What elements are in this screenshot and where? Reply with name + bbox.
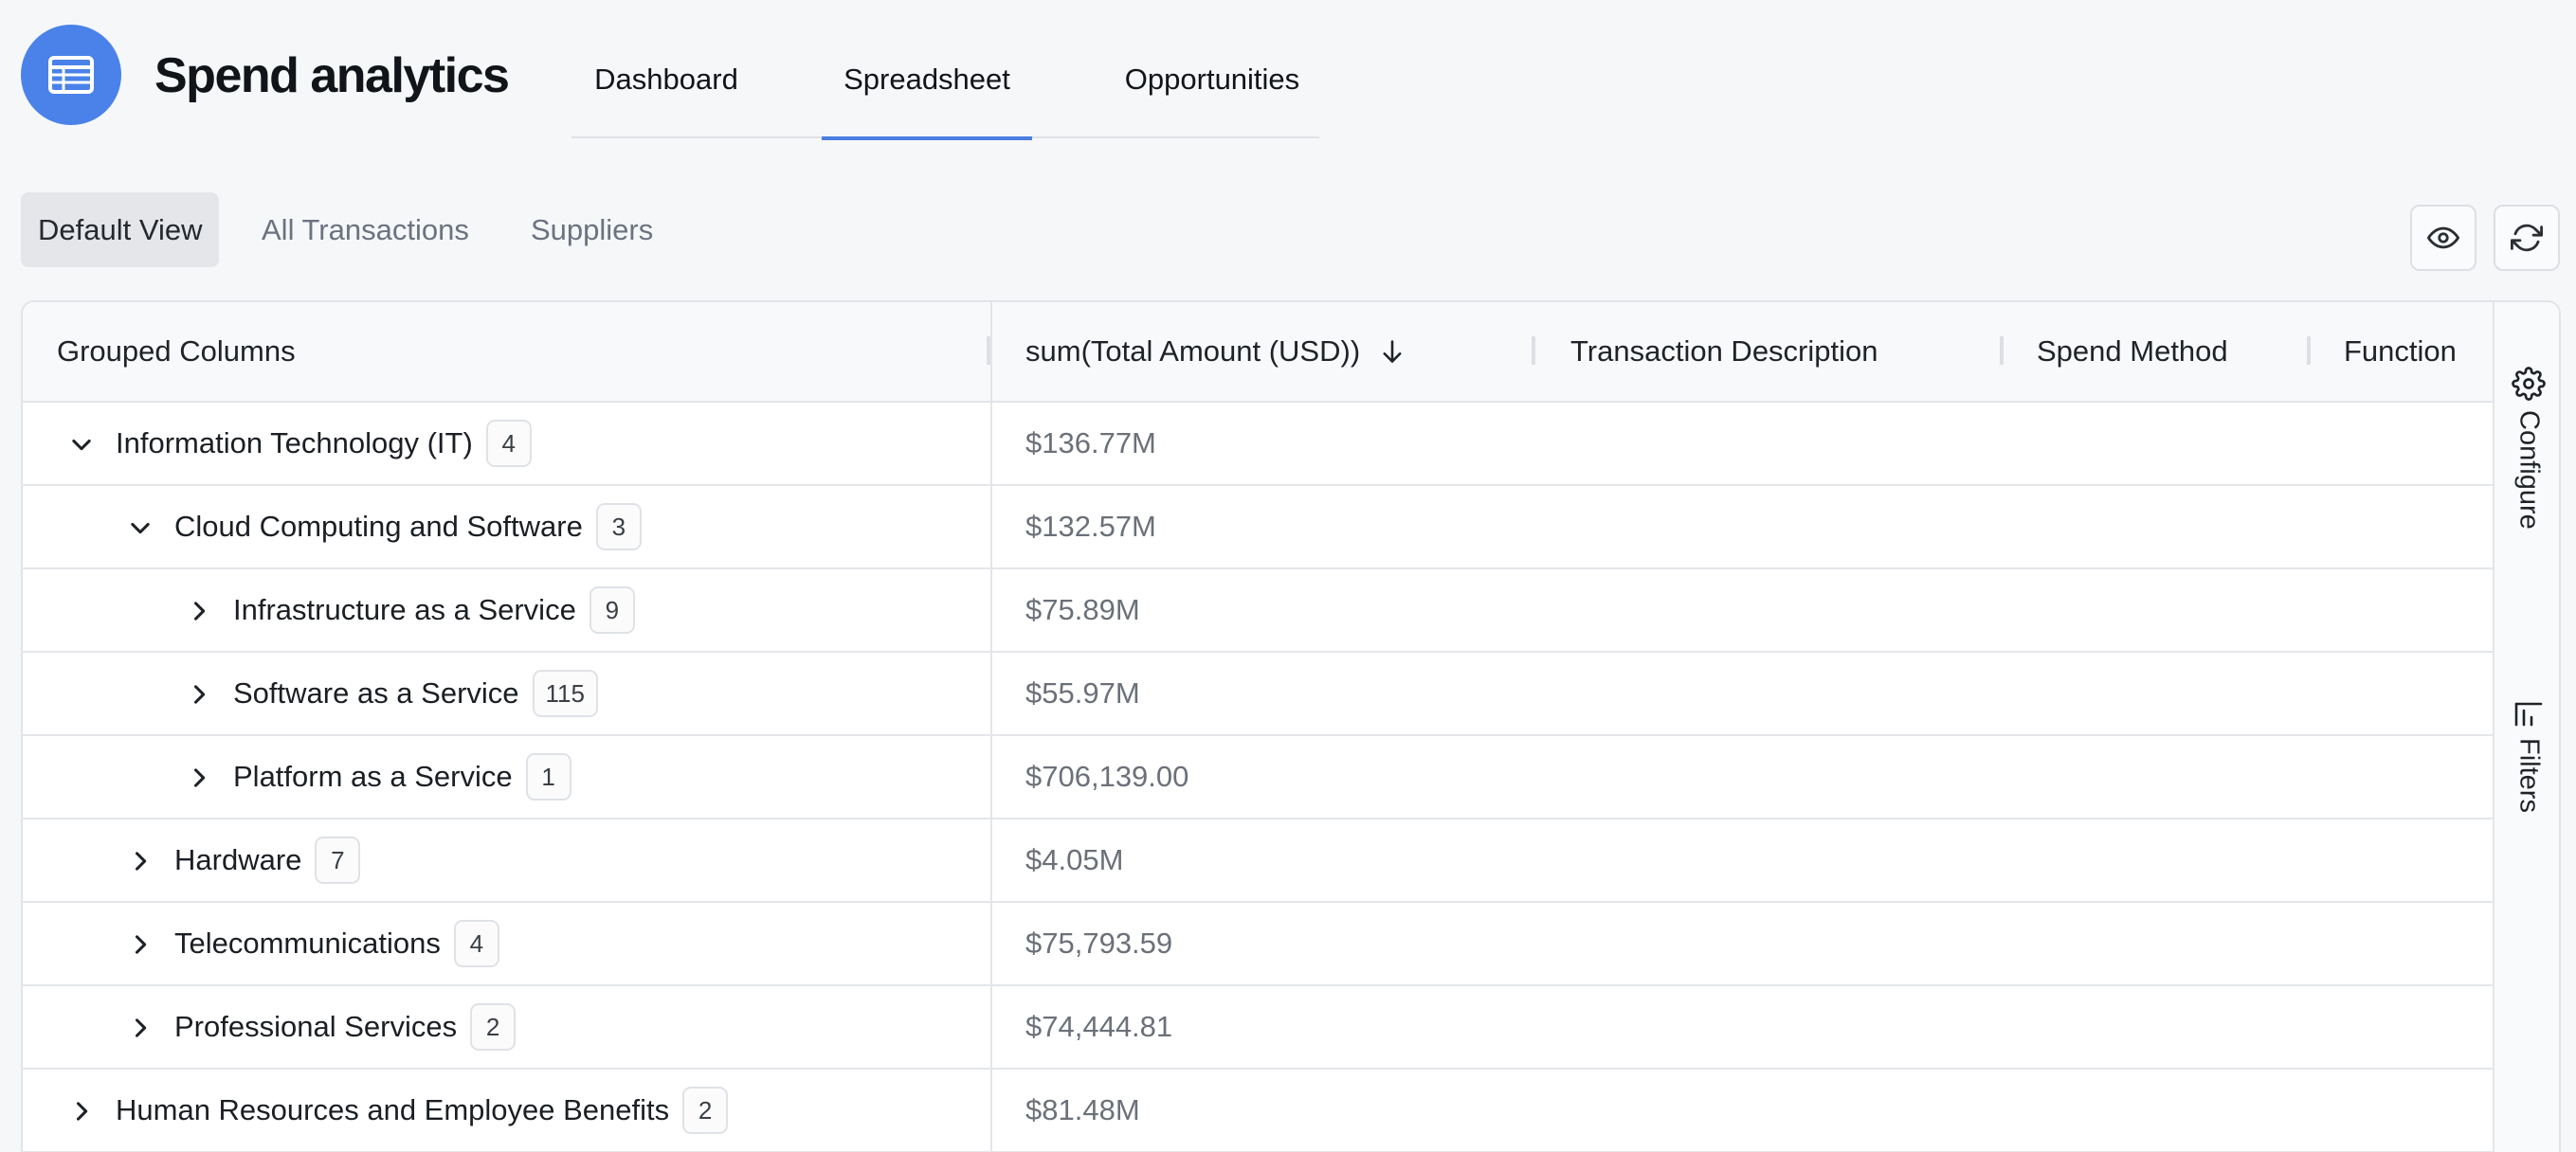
group-count-badge: 9 (589, 586, 635, 634)
gear-icon (2512, 367, 2546, 401)
group-count-badge: 2 (470, 1003, 517, 1051)
amount-cell: $706,139.00 (1025, 760, 1189, 793)
group-name-cell: Software as a Service 115 (233, 653, 598, 734)
amount-cell: $74,444.81 (1025, 1010, 1173, 1043)
chevron-right-icon (135, 852, 147, 871)
collapse-toggle[interactable] (119, 507, 161, 549)
group-label: Platform as a Service (233, 760, 513, 793)
amount-cell: $81.48M (1025, 1093, 1140, 1126)
refresh-button[interactable] (2494, 205, 2560, 271)
group-label: Telecommunications (174, 927, 441, 960)
table-row[interactable]: Software as a Service 115 $55.97M (23, 653, 2493, 736)
filter-icon (2514, 702, 2543, 727)
table-row[interactable]: Professional Services 2 $74,444.81 (23, 986, 2493, 1070)
group-count-badge: 4 (453, 920, 499, 967)
refresh-icon (2511, 224, 2543, 252)
expand-toggle[interactable] (119, 840, 161, 882)
expand-toggle[interactable] (119, 924, 161, 965)
view-tab-all-transactions[interactable]: All Transactions (245, 192, 486, 267)
filters-label: Filters (2513, 738, 2545, 813)
collapse-toggle[interactable] (61, 423, 102, 465)
side-panel: Configure Filters (2493, 302, 2559, 1152)
group-label: Cloud Computing and Software (174, 510, 583, 543)
expand-toggle[interactable] (61, 1090, 102, 1132)
column-header-grouped[interactable]: Grouped Columns (57, 302, 296, 401)
chevron-right-icon (193, 685, 206, 704)
group-count-badge: 1 (525, 753, 571, 801)
configure-label: Configure (2513, 410, 2545, 530)
group-name-cell: Hardware 7 (174, 819, 361, 901)
group-count-badge: 115 (532, 670, 598, 717)
chevron-down-icon (131, 522, 150, 534)
table-row[interactable]: Telecommunications 4 $75,793.59 (23, 903, 2493, 986)
view-tab-suppliers[interactable]: Suppliers (514, 192, 670, 267)
group-name-cell: Cloud Computing and Software 3 (174, 486, 642, 567)
chevron-right-icon (135, 1018, 147, 1037)
group-name-cell: Information Technology (IT) 4 (116, 403, 532, 484)
group-name-cell: Human Resources and Employee Benefits 2 (116, 1070, 729, 1151)
chevron-right-icon (193, 602, 206, 621)
table-row[interactable]: Platform as a Service 1 $706,139.00 (23, 736, 2493, 819)
table-row[interactable]: Infrastructure as a Service 9 $75.89M (23, 569, 2493, 653)
tab-dashboard[interactable]: Dashboard (588, 38, 745, 138)
eye-icon (2427, 226, 2459, 249)
group-count-badge: 3 (595, 503, 642, 550)
amount-cell: $55.97M (1025, 676, 1140, 710)
grid-header: Grouped Columns sum(Total Amount (USD)) … (23, 302, 2493, 403)
chevron-right-icon (76, 1102, 88, 1121)
expand-toggle[interactable] (178, 674, 220, 715)
amount-cell: $75.89M (1025, 593, 1140, 626)
configure-button[interactable]: Configure (2494, 367, 2559, 530)
expand-toggle[interactable] (178, 590, 220, 632)
table-row[interactable]: Human Resources and Employee Benefits 2 $8… (23, 1070, 2493, 1152)
amount-cell: $136.77M (1025, 426, 1156, 459)
amount-cell: $75,793.59 (1025, 927, 1173, 960)
table-row[interactable]: Information Technology (IT) 4 $136.77M (23, 403, 2493, 486)
column-header-function[interactable]: Function (2344, 302, 2457, 401)
group-label: Information Technology (IT) (116, 426, 473, 459)
group-count-badge: 2 (682, 1087, 729, 1134)
amount-cell: $4.05M (1025, 843, 1124, 876)
column-header-amount-label: sum(Total Amount (USD)) (1025, 334, 1361, 368)
sort-descending-icon (1383, 340, 1402, 363)
toggle-visibility-button[interactable] (2410, 205, 2476, 271)
column-resizer[interactable] (2307, 336, 2311, 365)
group-count-badge: 4 (485, 420, 532, 467)
group-label: Software as a Service (233, 676, 519, 710)
app-logo (21, 25, 121, 125)
column-header-spend-method[interactable]: Spend Method (2037, 302, 2228, 401)
column-resizer[interactable] (2000, 336, 2004, 365)
column-header-description[interactable]: Transaction Description (1570, 302, 1878, 401)
expand-toggle[interactable] (178, 757, 220, 799)
main-nav: Dashboard Spreadsheet Opportunities (571, 38, 1319, 140)
chevron-right-icon (193, 768, 206, 787)
expand-toggle[interactable] (119, 1007, 161, 1049)
group-label: Human Resources and Employee Benefits (116, 1093, 670, 1126)
column-header-amount[interactable]: sum(Total Amount (USD)) (1025, 302, 1406, 401)
column-resizer[interactable] (1532, 336, 1535, 365)
amount-cell: $132.57M (1025, 510, 1156, 543)
filters-button[interactable]: Filters (2494, 700, 2559, 813)
group-name-cell: Platform as a Service 1 (233, 736, 571, 818)
spend-analytics-app: Spend analytics Dashboard Spreadsheet Op… (0, 0, 2576, 1152)
chevron-down-icon (72, 439, 91, 451)
table-row[interactable]: Cloud Computing and Software 3 $132.57M (23, 486, 2493, 569)
group-name-cell: Telecommunications 4 (174, 903, 499, 984)
table-icon (48, 56, 94, 94)
view-tab-default[interactable]: Default View (21, 192, 220, 267)
spreadsheet-grid: Grouped Columns sum(Total Amount (USD)) … (21, 300, 2561, 1152)
group-label: Professional Services (174, 1010, 458, 1043)
group-label: Hardware (174, 843, 302, 876)
group-name-cell: Professional Services 2 (174, 986, 517, 1068)
tab-opportunities[interactable]: Opportunities (1108, 38, 1316, 138)
app-title: Spend analytics (154, 48, 510, 103)
group-count-badge: 7 (315, 837, 361, 884)
table-row[interactable]: Hardware 7 $4.05M (23, 819, 2493, 903)
tab-spreadsheet[interactable]: Spreadsheet (822, 38, 1032, 140)
chevron-right-icon (135, 935, 147, 954)
group-name-cell: Infrastructure as a Service 9 (233, 569, 635, 651)
group-label: Infrastructure as a Service (233, 593, 576, 626)
